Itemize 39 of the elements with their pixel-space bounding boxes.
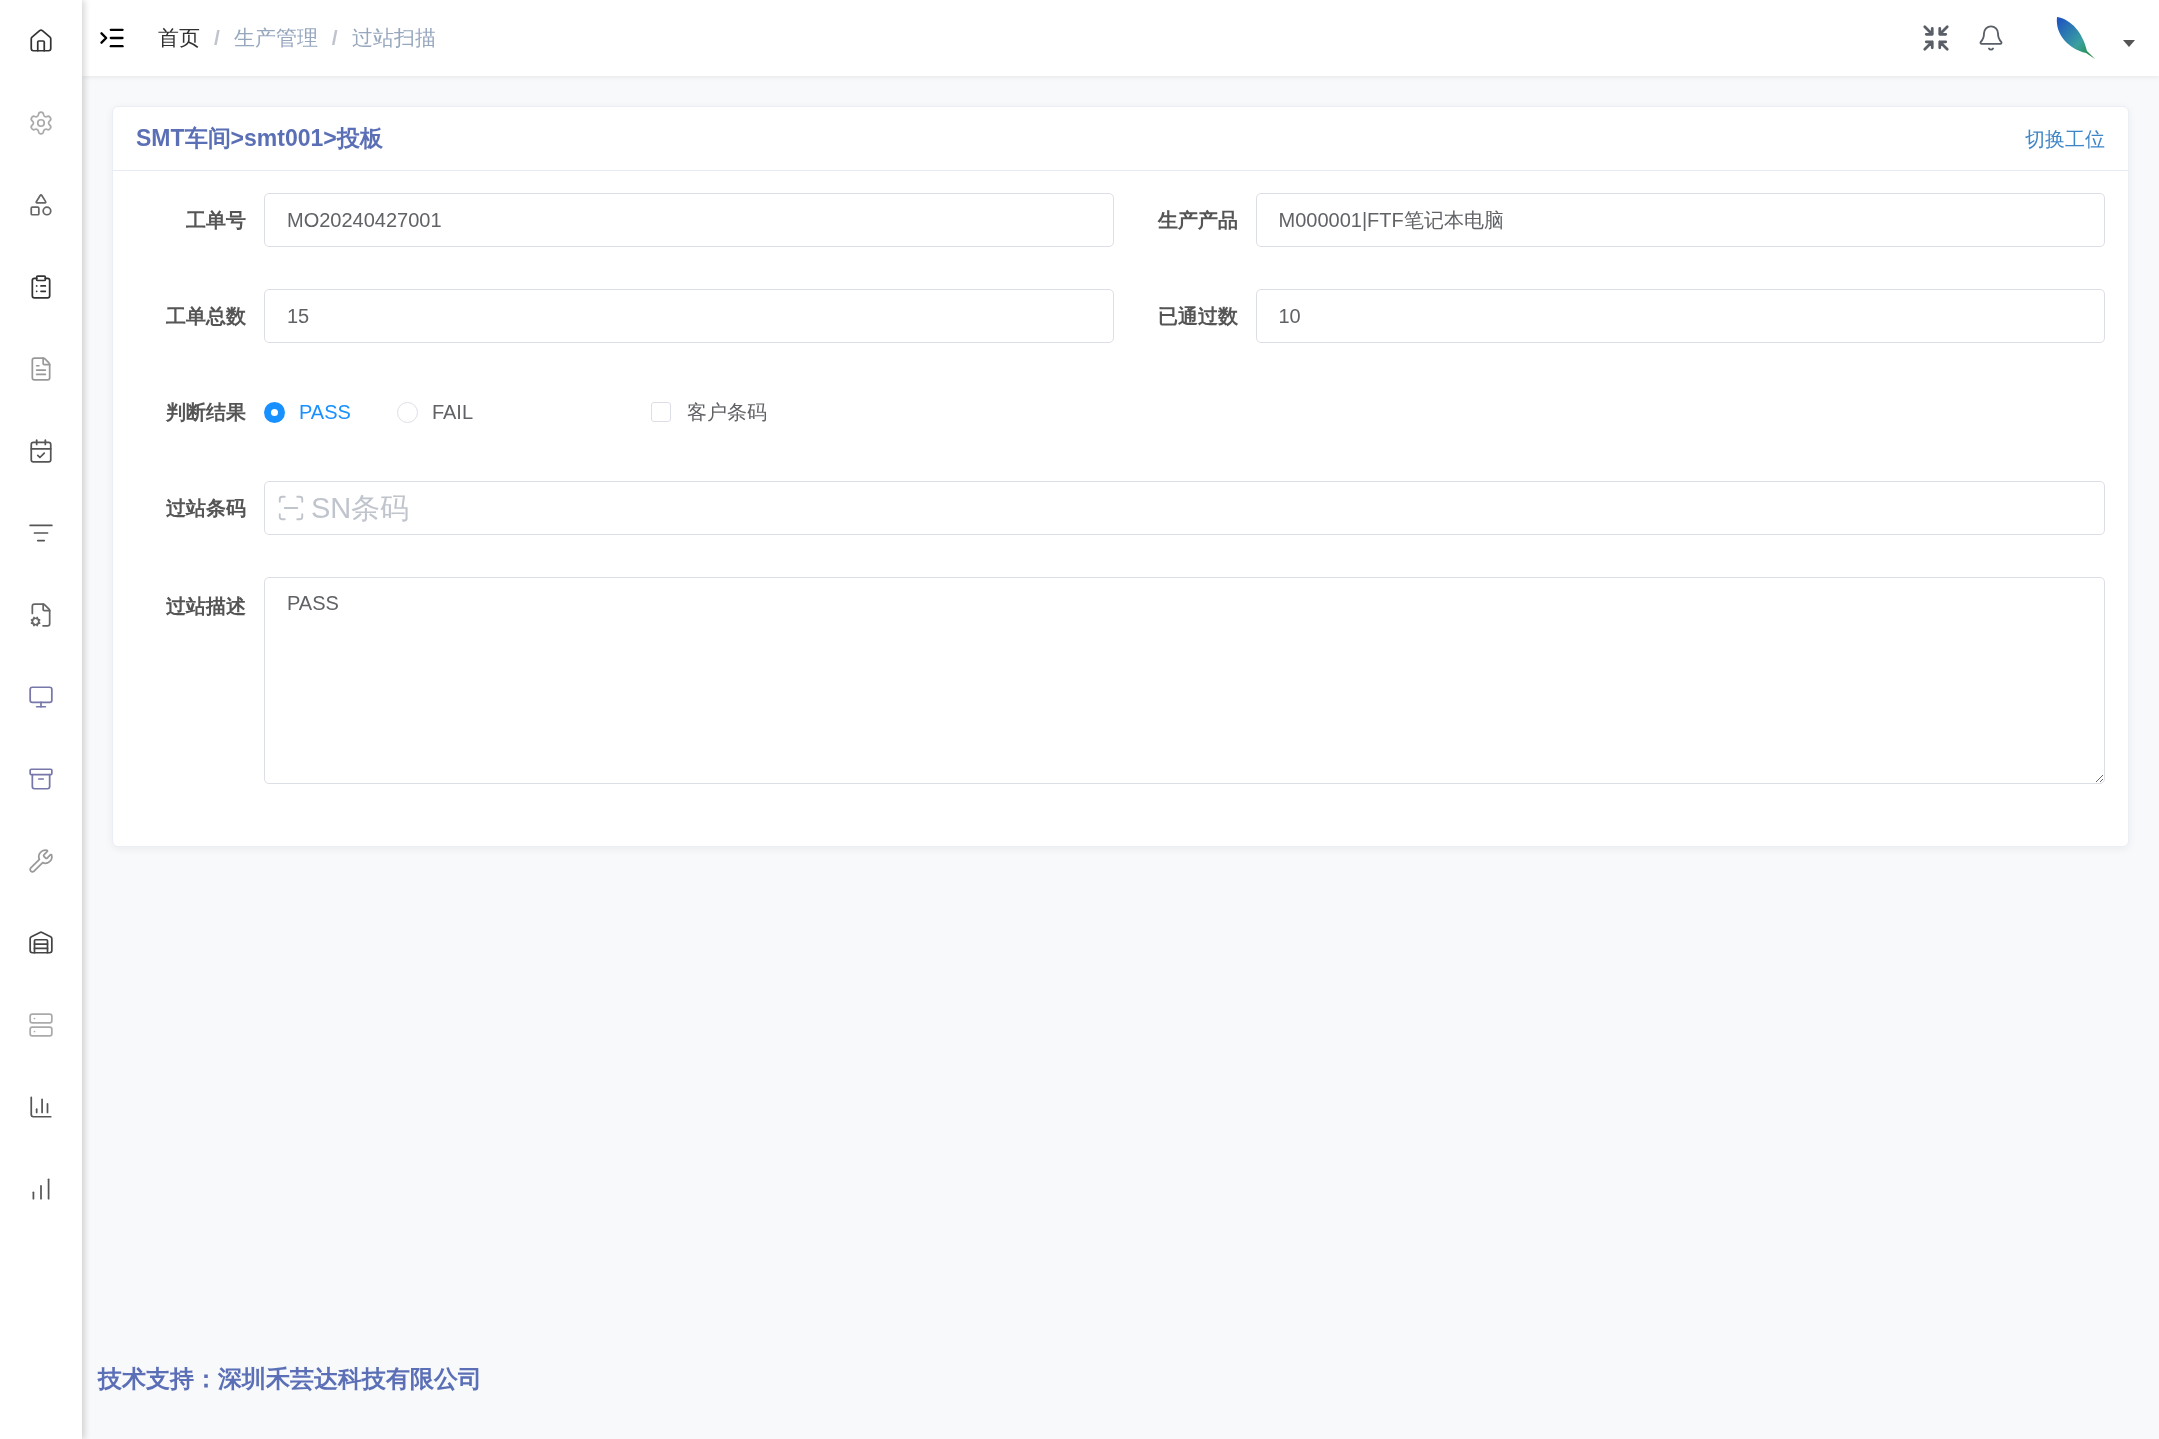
caret-icon[interactable]: [2123, 39, 2135, 47]
input-field[interactable]: 15: [264, 289, 1114, 343]
bar-chart-icon[interactable]: [28, 1094, 54, 1120]
input-field[interactable]: M000001|FTF笔记本电脑: [1255, 193, 2105, 247]
warehouse-icon[interactable]: [28, 930, 54, 956]
document-icon[interactable]: [28, 356, 54, 382]
box-icon[interactable]: [28, 766, 54, 792]
switch-station-link[interactable]: 切换工位: [2025, 123, 2105, 154]
calendar-check-icon[interactable]: [28, 438, 54, 464]
field-label: 判断结果: [165, 400, 246, 425]
shapes-icon[interactable]: [28, 192, 54, 218]
scan-icon: [276, 493, 306, 523]
breadcrumb-separator: /: [214, 25, 220, 52]
checkbox-option[interactable]: 客户条码: [651, 397, 767, 427]
breadcrumb-separator: /: [331, 25, 338, 52]
clipboard-icon[interactable]: [28, 274, 54, 300]
breadcrumb-item: 生产管理: [233, 25, 318, 52]
tools-icon[interactable]: [28, 848, 54, 874]
bell-icon[interactable]: [1977, 24, 2005, 52]
field-label: 工单号: [185, 208, 246, 233]
field-label: 过站条码: [165, 496, 246, 521]
description-textarea[interactable]: PASS: [264, 577, 2105, 784]
footer-text: 技术支持：深圳禾芸达科技有限公司: [98, 1365, 482, 1392]
field-label: 已通过数: [1156, 304, 1238, 329]
breadcrumb-item[interactable]: 首页: [158, 22, 200, 54]
field-label: 生产产品: [1156, 208, 1238, 233]
radio-option[interactable]: PASS: [264, 397, 351, 427]
monitor-icon[interactable]: [28, 684, 54, 710]
home-icon[interactable]: [28, 28, 54, 54]
input-field[interactable]: MO20240427001: [264, 193, 1114, 247]
breadcrumb-item: 过站扫描: [351, 25, 436, 52]
input-field[interactable]: 10: [1255, 289, 2105, 343]
field-label: 过站描述: [165, 594, 246, 619]
barcode-input-field[interactable]: SN条码: [264, 481, 2105, 535]
card-title: SMT车间>smt001>投板: [136, 124, 383, 154]
document-gear-icon[interactable]: [28, 602, 54, 628]
field-label: 工单总数: [165, 304, 246, 329]
exit-fullscreen-icon[interactable]: [1921, 23, 1951, 53]
radio-option[interactable]: FAIL: [396, 397, 473, 427]
